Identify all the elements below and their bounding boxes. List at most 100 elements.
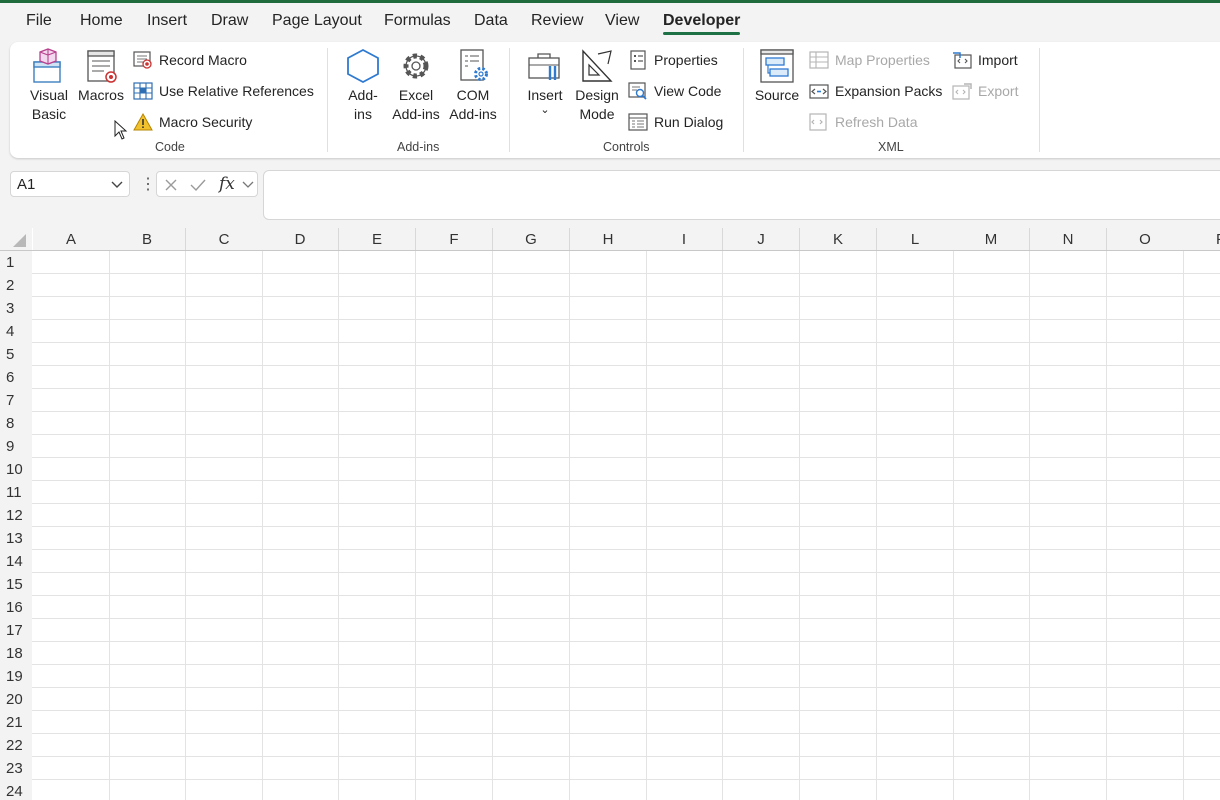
- column-header[interactable]: G: [493, 228, 570, 250]
- row-header[interactable]: 8: [0, 412, 32, 435]
- tab-file[interactable]: File: [26, 12, 52, 30]
- row-header[interactable]: 7: [0, 389, 32, 412]
- chevron-down-icon[interactable]: [242, 180, 254, 190]
- column-header[interactable]: H: [570, 228, 647, 250]
- tab-formulas[interactable]: Formulas: [384, 12, 451, 30]
- column-header[interactable]: O: [1107, 228, 1184, 250]
- properties-button[interactable]: Properties: [628, 48, 718, 72]
- insert-controls-button[interactable]: Insert ⌄: [522, 48, 568, 116]
- record-macro-button[interactable]: Record Macro: [133, 48, 247, 72]
- column-header[interactable]: J: [723, 228, 800, 250]
- tab-developer[interactable]: Developer: [663, 12, 741, 35]
- row-header[interactable]: 6: [0, 366, 32, 389]
- addins-icon: [347, 48, 379, 84]
- import-icon: [953, 52, 972, 69]
- select-all-corner[interactable]: [0, 228, 32, 250]
- row-header[interactable]: 4: [0, 320, 32, 343]
- expansion-packs-button[interactable]: Expansion Packs: [809, 79, 942, 103]
- row-header[interactable]: 10: [0, 458, 32, 481]
- tab-draw[interactable]: Draw: [211, 12, 248, 30]
- grid-line: [32, 733, 1220, 734]
- grid-line: [32, 779, 1220, 780]
- refresh-data-button[interactable]: Refresh Data: [809, 110, 917, 134]
- column-header[interactable]: A: [33, 228, 110, 250]
- row-header[interactable]: 13: [0, 527, 32, 550]
- xml-import-button[interactable]: Import: [952, 48, 1018, 72]
- design-mode-button[interactable]: Design Mode: [572, 48, 622, 124]
- column-header[interactable]: D: [262, 228, 339, 250]
- insert-function-icon[interactable]: fx: [219, 174, 235, 194]
- column-header[interactable]: B: [109, 228, 186, 250]
- row-header[interactable]: 21: [0, 711, 32, 734]
- row-header[interactable]: 17: [0, 619, 32, 642]
- column-header[interactable]: E: [339, 228, 416, 250]
- row-header[interactable]: 20: [0, 688, 32, 711]
- grid-line: [32, 756, 1220, 757]
- tab-data[interactable]: Data: [474, 12, 508, 30]
- tab-review[interactable]: Review: [531, 12, 583, 30]
- addins-button[interactable]: Add- ins: [340, 48, 386, 124]
- select-all-icon: [13, 234, 26, 247]
- row-header[interactable]: 24: [0, 780, 32, 800]
- column-header[interactable]: N: [1030, 228, 1107, 250]
- group-divider: [743, 48, 744, 152]
- grid-line: [722, 250, 723, 800]
- gear-icon: [403, 53, 429, 79]
- row-header[interactable]: 11: [0, 481, 32, 504]
- run-dialog-button[interactable]: Run Dialog: [628, 110, 723, 134]
- row-header[interactable]: 18: [0, 642, 32, 665]
- row-header[interactable]: 14: [0, 550, 32, 573]
- grid-line: [32, 365, 1220, 366]
- row-header[interactable]: 22: [0, 734, 32, 757]
- worksheet-grid[interactable]: ABCDEFGHIJKLMNOP 12345678910111213141516…: [0, 228, 1220, 800]
- row-header[interactable]: 12: [0, 504, 32, 527]
- macros-button[interactable]: Macros: [76, 48, 126, 105]
- tab-insert[interactable]: Insert: [147, 12, 187, 30]
- chevron-down-icon[interactable]: [111, 178, 123, 190]
- grid-line: [569, 250, 570, 800]
- row-header[interactable]: 23: [0, 757, 32, 780]
- enter-check-icon[interactable]: [190, 178, 206, 192]
- column-header[interactable]: I: [646, 228, 723, 250]
- tab-page-layout[interactable]: Page Layout: [272, 12, 362, 30]
- grid-line: [32, 411, 1220, 412]
- name-box[interactable]: A1: [10, 171, 130, 197]
- column-header[interactable]: L: [877, 228, 954, 250]
- column-header[interactable]: P: [1183, 228, 1220, 250]
- column-header[interactable]: C: [186, 228, 263, 250]
- formula-input[interactable]: [263, 170, 1220, 220]
- row-header[interactable]: 9: [0, 435, 32, 458]
- excel-addins-button[interactable]: Excel Add-ins: [390, 48, 442, 124]
- cancel-icon[interactable]: [164, 178, 178, 192]
- refresh-data-icon: [809, 113, 827, 131]
- grid-line: [32, 710, 1220, 711]
- use-relative-references-button[interactable]: Use Relative References: [133, 79, 314, 103]
- title-bar-strip: [0, 0, 1220, 3]
- row-header[interactable]: 1: [0, 251, 32, 274]
- column-header[interactable]: M: [953, 228, 1030, 250]
- com-addins-button[interactable]: COM Add-ins: [446, 48, 500, 124]
- export-icon: [952, 83, 972, 100]
- expansion-packs-icon: [809, 84, 829, 99]
- tab-view[interactable]: View: [605, 12, 639, 30]
- grid-line: [32, 319, 1220, 320]
- visual-basic-button[interactable]: Visual Basic: [24, 48, 74, 124]
- view-code-button[interactable]: View Code: [628, 79, 721, 103]
- grid-line: [32, 549, 1220, 550]
- code-group-label: Code: [155, 140, 185, 154]
- column-header[interactable]: F: [416, 228, 493, 250]
- xml-source-button[interactable]: Source: [752, 48, 802, 105]
- column-header[interactable]: K: [800, 228, 877, 250]
- xml-export-button[interactable]: Export: [952, 79, 1018, 103]
- row-header[interactable]: 19: [0, 665, 32, 688]
- row-header[interactable]: 5: [0, 343, 32, 366]
- map-properties-button[interactable]: Map Properties: [809, 48, 930, 72]
- grid-line: [1029, 250, 1030, 800]
- row-header[interactable]: 3: [0, 297, 32, 320]
- macro-security-button[interactable]: Macro Security: [133, 110, 252, 134]
- row-header[interactable]: 16: [0, 596, 32, 619]
- tab-home[interactable]: Home: [80, 12, 123, 30]
- row-header[interactable]: 15: [0, 573, 32, 596]
- more-options-icon[interactable]: ⋮: [140, 174, 156, 194]
- row-header[interactable]: 2: [0, 274, 32, 297]
